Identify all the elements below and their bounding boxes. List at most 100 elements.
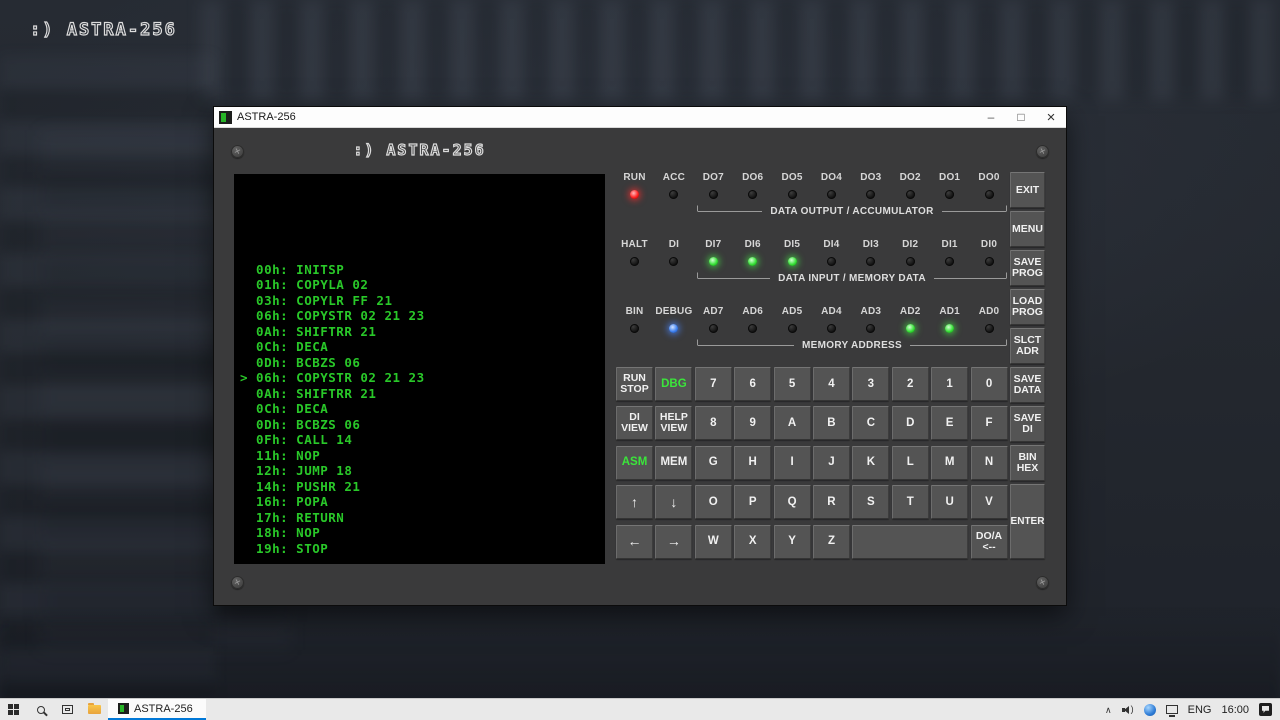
taskbar-search-button[interactable] [27, 699, 54, 720]
key-a[interactable]: A [774, 406, 811, 440]
key-e[interactable]: E [931, 406, 968, 440]
language-indicator[interactable]: ENG [1188, 704, 1212, 716]
key-s[interactable]: S [852, 485, 889, 519]
terminal-line: > 06h: COPYSTR 02 21 23 [240, 370, 605, 386]
notification-center-icon[interactable] [1259, 703, 1272, 716]
exit-button[interactable]: EXIT [1010, 172, 1045, 208]
save-prog-button[interactable]: SAVE PROG [1010, 250, 1045, 286]
led-cell-debug: DEBUG [655, 306, 692, 333]
key-c[interactable]: C [852, 406, 889, 440]
key-r[interactable]: R [813, 485, 850, 519]
led-indicator-di3 [866, 257, 875, 266]
key-h[interactable]: H [734, 446, 771, 480]
key-l[interactable]: L [892, 446, 929, 480]
key-7[interactable]: 7 [695, 367, 732, 401]
maximize-icon[interactable]: □ [1006, 107, 1036, 127]
save-di-button[interactable]: SAVE DI [1010, 406, 1045, 442]
key-x[interactable]: X [734, 525, 771, 559]
led-label: RUN [623, 172, 645, 184]
task-view-button[interactable] [54, 699, 81, 720]
key-g[interactable]: G [695, 446, 732, 480]
key-help-view[interactable]: HELP VIEW [655, 406, 692, 440]
minimize-icon[interactable]: – [976, 107, 1006, 127]
key-di-view[interactable]: DI VIEW [616, 406, 653, 440]
key-f[interactable]: F [971, 406, 1008, 440]
device-panel: ✕ ✕ ✕ ✕ :) ASTRA-256 00h: INITSP 01h: CO… [214, 128, 1066, 605]
taskbar-app-astra-256[interactable]: ASTRA-256 [108, 699, 206, 720]
key-b[interactable]: B [813, 406, 850, 440]
key-0[interactable]: 0 [971, 367, 1008, 401]
key-q[interactable]: Q [774, 485, 811, 519]
group-bracket: DATA OUTPUT / ACCUMULATOR [697, 204, 1007, 218]
key-asm[interactable]: ASM [616, 446, 653, 480]
key-i[interactable]: I [774, 446, 811, 480]
led-indicator-ad3 [866, 324, 875, 333]
key-6[interactable]: 6 [734, 367, 771, 401]
key-arrow-up[interactable]: ↑ [616, 485, 653, 519]
clock[interactable]: 16:00 [1221, 704, 1249, 716]
led-label: DO7 [703, 172, 724, 184]
key-o[interactable]: O [695, 485, 732, 519]
key-arrow-left[interactable]: ← [616, 525, 653, 559]
key-z[interactable]: Z [813, 525, 850, 559]
key-8[interactable]: 8 [695, 406, 732, 440]
key-run-stop[interactable]: RUN STOP [616, 367, 653, 401]
window-titlebar[interactable]: ASTRA-256 – □ × [214, 107, 1066, 128]
key-v[interactable]: V [971, 485, 1008, 519]
led-row: BINDEBUGAD7AD6AD5AD4AD3AD2AD1AD0MEMORY A… [616, 306, 1008, 352]
key-arrow-down[interactable]: ↓ [655, 485, 692, 519]
load-prog-button[interactable]: LOAD PROG [1010, 289, 1045, 325]
bin-hex-button[interactable]: BIN HEX [1010, 445, 1045, 481]
key-j[interactable]: J [813, 446, 850, 480]
led-label: AD1 [939, 306, 960, 318]
start-button[interactable] [0, 699, 27, 720]
key-arrow-right[interactable]: → [655, 525, 692, 559]
enter-button[interactable]: ENTER [1010, 484, 1045, 559]
key-d[interactable]: D [892, 406, 929, 440]
led-cell-do1: DO1 [931, 172, 968, 199]
key-m[interactable]: M [931, 446, 968, 480]
terminal-line: 0Fh: CALL 14 [240, 432, 605, 448]
key-4[interactable]: 4 [813, 367, 850, 401]
network-icon[interactable] [1166, 705, 1178, 714]
terminal-line: 0Ch: DECA [240, 401, 605, 417]
save-data-button[interactable]: SAVE DATA [1010, 367, 1045, 403]
led-cell-ad0: AD0 [971, 306, 1008, 333]
key-dbg[interactable]: DBG [655, 367, 692, 401]
key-n[interactable]: N [971, 446, 1008, 480]
key-u[interactable]: U [931, 485, 968, 519]
key-do-a[interactable]: DO/A <-- [971, 525, 1008, 559]
key-y[interactable]: Y [774, 525, 811, 559]
led-cell-do0: DO0 [971, 172, 1008, 199]
led-indicator-ad5 [788, 324, 797, 333]
tray-app-icon[interactable] [1144, 704, 1156, 716]
key-mem[interactable]: MEM [655, 446, 692, 480]
key-t[interactable]: T [892, 485, 929, 519]
volume-icon[interactable]: ) [1122, 705, 1134, 715]
close-icon[interactable]: × [1036, 107, 1066, 127]
led-label: AD2 [900, 306, 921, 318]
file-explorer-button[interactable] [81, 699, 108, 720]
led-cell-halt: HALT [616, 239, 653, 266]
hidden-icons-chevron-icon[interactable]: ∧ [1105, 705, 1112, 716]
slct-adr-button[interactable]: SLCT ADR [1010, 328, 1045, 364]
led-cell-di3: DI3 [852, 239, 889, 266]
key-1[interactable]: 1 [931, 367, 968, 401]
key-k[interactable]: K [852, 446, 889, 480]
key-w[interactable]: W [695, 525, 732, 559]
led-cell-di: DI [655, 239, 692, 266]
menu-button[interactable]: MENU [1010, 211, 1045, 247]
key-p[interactable]: P [734, 485, 771, 519]
key-3[interactable]: 3 [852, 367, 889, 401]
led-label: AD4 [821, 306, 842, 318]
led-indicator-di5 [788, 257, 797, 266]
led-indicator-di [669, 257, 678, 266]
key-5[interactable]: 5 [774, 367, 811, 401]
folder-icon [88, 705, 101, 714]
key-2[interactable]: 2 [892, 367, 929, 401]
window-controls: – □ × [976, 107, 1066, 127]
led-cell-di2: DI2 [892, 239, 929, 266]
led-cell-do6: DO6 [734, 172, 771, 199]
key-space[interactable] [852, 525, 968, 559]
key-9[interactable]: 9 [734, 406, 771, 440]
